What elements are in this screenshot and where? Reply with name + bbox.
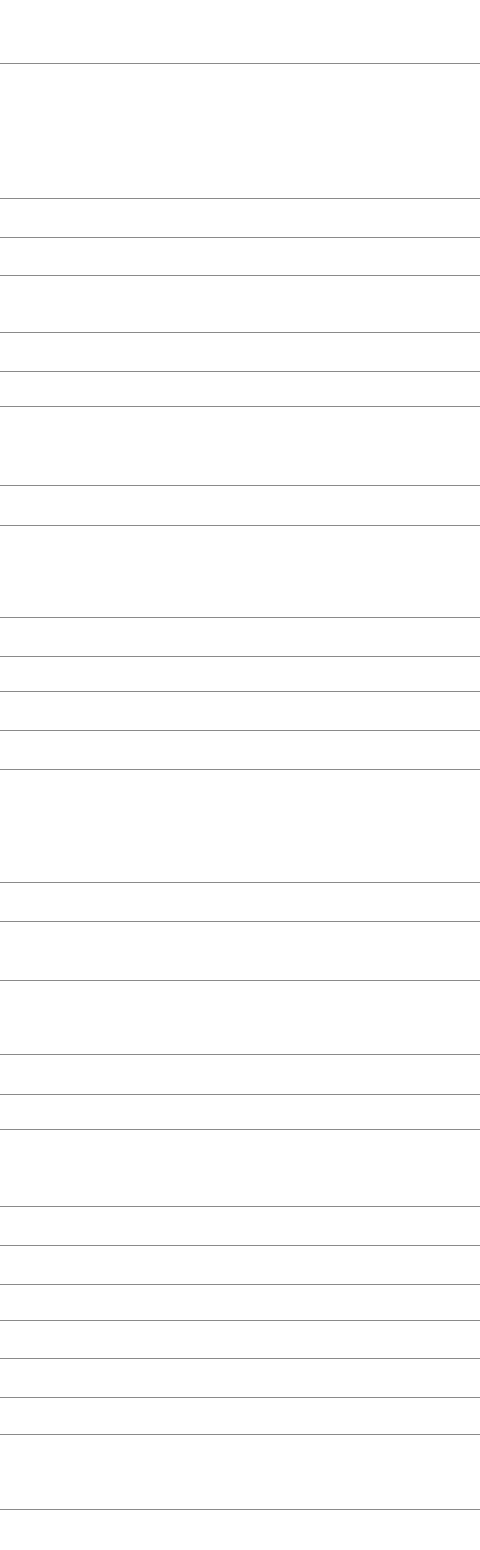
list-row-8 (0, 407, 480, 486)
list-row-15 (0, 770, 480, 883)
list-row-11 (0, 618, 480, 657)
list-row-27 (0, 1398, 480, 1435)
list-row-24 (0, 1285, 480, 1321)
list-row-10 (0, 526, 480, 618)
list-row-4 (0, 238, 480, 276)
list-row-14 (0, 731, 480, 770)
list-row-3 (0, 199, 480, 238)
list-row-16 (0, 883, 480, 922)
list-row-26 (0, 1359, 480, 1398)
list-row-17 (0, 922, 480, 981)
list-row-12 (0, 657, 480, 692)
list-row-7 (0, 372, 480, 407)
list-row-1 (0, 0, 480, 64)
list-row-2 (0, 64, 480, 199)
list-row-5 (0, 276, 480, 333)
list-row-28 (0, 1435, 480, 1510)
list-row-9 (0, 486, 480, 526)
list-row-13 (0, 692, 480, 731)
list-row-6 (0, 333, 480, 372)
list-row-18 (0, 981, 480, 1055)
list-row-29 (0, 1510, 480, 1550)
list-row-19 (0, 1055, 480, 1095)
blank-list (0, 0, 480, 1550)
list-row-23 (0, 1246, 480, 1285)
list-row-22 (0, 1207, 480, 1246)
list-row-21 (0, 1130, 480, 1207)
list-row-20 (0, 1095, 480, 1130)
list-row-25 (0, 1321, 480, 1359)
